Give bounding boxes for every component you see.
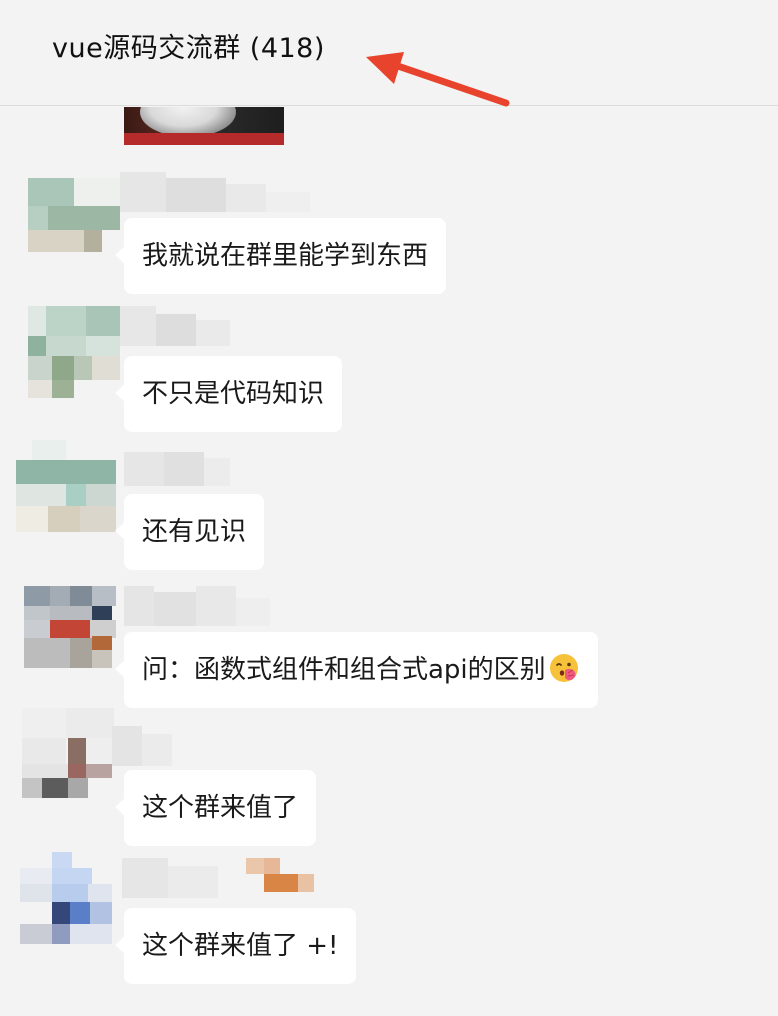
message-bubble[interactable]: 还有见识 <box>114 494 265 570</box>
avatar[interactable] <box>28 178 120 270</box>
previous-image-message[interactable] <box>124 107 284 145</box>
message-text: 这个群来值了 +! <box>142 931 339 961</box>
message-bubble[interactable]: 这个群来值了 <box>114 770 317 846</box>
group-title[interactable]: vue源码交流群 (418) <box>52 26 325 65</box>
message-text: 问：函数式组件和组合式api的区别 <box>142 655 546 685</box>
message-bubble[interactable]: 不只是代码知识 <box>114 356 343 432</box>
chat-header: vue源码交流群 (418) <box>0 0 778 106</box>
message-bubble[interactable]: 这个群来值了 +! <box>114 908 357 984</box>
message-bubble[interactable]: 问：函数式组件和组合式api的区别 <box>115 632 598 708</box>
sender-name-blurred <box>120 306 230 346</box>
avatar[interactable] <box>22 708 114 800</box>
message-text: 我就说在群里能学到东西 <box>142 241 429 271</box>
message-text: 这个群来值了 <box>142 793 299 823</box>
avatar[interactable] <box>24 586 116 678</box>
sender-name-blurred <box>120 172 310 212</box>
kissing-face-emoji <box>549 653 578 682</box>
message-bubble[interactable]: 我就说在群里能学到东西 <box>114 218 447 294</box>
avatar[interactable] <box>16 440 116 532</box>
message-text: 还有见识 <box>142 517 247 547</box>
sender-name-blurred <box>122 858 314 898</box>
avatar[interactable] <box>28 306 120 398</box>
avatar[interactable] <box>20 852 112 944</box>
sender-name-blurred <box>124 586 270 626</box>
message-text: 不只是代码知识 <box>142 379 325 409</box>
sender-name-blurred <box>112 726 172 766</box>
chat-window: vue源码交流群 (418) 我就说在群里能学到东西 不只是代码知识 还有见识 … <box>0 0 778 1016</box>
sender-name-blurred <box>124 452 230 492</box>
